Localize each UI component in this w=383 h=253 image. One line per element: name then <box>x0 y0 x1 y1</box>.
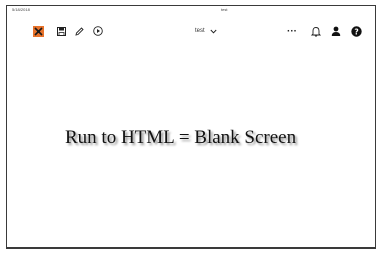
tools-icon[interactable] <box>31 23 45 39</box>
play-icon[interactable] <box>92 23 104 39</box>
more-icon[interactable]: ··· <box>285 23 299 39</box>
app-window: 5/18/2018 test test ··· ? Run to HTML = … <box>6 5 376 249</box>
user-icon[interactable] <box>330 23 342 39</box>
window-title: test <box>221 7 228 12</box>
document-name-dropdown[interactable]: test <box>195 28 217 34</box>
svg-text:?: ? <box>354 27 358 36</box>
document-name-label: test <box>195 28 205 34</box>
save-icon[interactable] <box>55 23 67 39</box>
bottom-border <box>7 247 375 248</box>
help-icon[interactable]: ? <box>350 23 362 39</box>
main-caption: Run to HTML = Blank Screen <box>65 127 297 148</box>
bell-icon[interactable] <box>310 23 322 39</box>
pencil-icon[interactable] <box>73 23 85 39</box>
date-label: 5/18/2018 <box>12 7 30 12</box>
chevron-down-icon <box>210 29 217 34</box>
